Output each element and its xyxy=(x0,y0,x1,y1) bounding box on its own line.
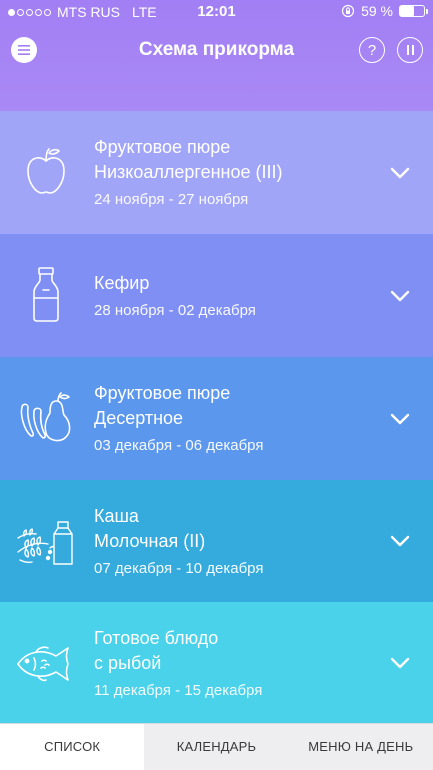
item-subtitle: Низкоаллергенное (III) xyxy=(94,162,283,182)
battery-percent: 59 % xyxy=(361,3,393,19)
item-date-range: 03 декабря - 06 декабря xyxy=(94,437,264,454)
milk-bottle-icon xyxy=(14,262,78,326)
navigation-bar: Схема прикорма ? xyxy=(0,30,433,70)
feeding-stage-item[interactable]: Каша Молочная (II) 07 декабря - 10 декабря xyxy=(0,480,433,602)
header: MTS RUS LTE 12:01 59 % Схема прикорма ? xyxy=(0,0,433,111)
item-date-range: 28 ноября - 02 декабря xyxy=(94,302,256,319)
item-date-range: 11 декабря - 15 декабря xyxy=(94,682,263,699)
banana-pear-icon xyxy=(14,385,78,449)
pause-button[interactable] xyxy=(397,37,423,63)
chevron-down-icon[interactable] xyxy=(389,288,411,304)
fish-icon xyxy=(14,630,78,694)
item-subtitle: Молочная (II) xyxy=(94,531,206,551)
pause-icon xyxy=(405,45,415,55)
item-title: Кефир xyxy=(94,273,150,293)
item-text: Кефир 28 ноября - 02 декабря xyxy=(94,271,383,323)
battery-icon xyxy=(399,5,428,17)
item-text: Готовое блюдо с рыбой 11 декабря - 15 дека… xyxy=(94,626,383,703)
question-mark-icon: ? xyxy=(367,41,377,59)
item-subtitle: с рыбой xyxy=(94,653,162,673)
chevron-down-icon[interactable] xyxy=(389,655,411,671)
apple-icon xyxy=(14,139,78,203)
tab-daily-menu[interactable]: МЕНЮ НА ДЕНЬ xyxy=(289,724,433,770)
item-text: Каша Молочная (II) 07 декабря - 10 декабря xyxy=(94,504,383,581)
feeding-stage-item[interactable]: Кефир 28 ноября - 02 декабря xyxy=(0,234,433,357)
chevron-down-icon[interactable] xyxy=(389,533,411,549)
feeding-stage-item[interactable]: Готовое блюдо с рыбой 11 декабря - 15 дека… xyxy=(0,602,433,723)
rotation-lock-icon xyxy=(341,4,355,18)
status-bar: MTS RUS LTE 12:01 59 % xyxy=(0,0,433,24)
item-title: Готовое блюдо xyxy=(94,628,219,648)
item-subtitle: Десертное xyxy=(94,408,184,428)
feeding-stage-item[interactable]: Фруктовое пюре Десертное 03 декабря - 06 д… xyxy=(0,357,433,480)
tab-list[interactable]: СПИСОК xyxy=(0,724,145,770)
item-date-range: 24 ноября - 27 ноября xyxy=(94,191,249,208)
item-date-range: 07 декабря - 10 декабря xyxy=(94,560,264,577)
tab-bar: СПИСОК КАЛЕНДАРЬ МЕНЮ НА ДЕНЬ xyxy=(0,723,433,770)
item-title: Каша xyxy=(94,506,139,526)
chevron-down-icon[interactable] xyxy=(389,411,411,427)
item-title: Фруктовое пюре xyxy=(94,137,231,157)
help-button[interactable]: ? xyxy=(359,37,385,63)
item-title: Фруктовое пюре xyxy=(94,383,231,403)
item-text: Фруктовое пюре Низкоаллергенное (III) 24 н… xyxy=(94,135,383,212)
item-text: Фруктовое пюре Десертное 03 декабря - 06 д… xyxy=(94,381,383,458)
chevron-down-icon[interactable] xyxy=(389,165,411,181)
feeding-stage-item[interactable]: Фруктовое пюре Низкоаллергенное (III) 24 н… xyxy=(0,111,433,234)
tab-calendar[interactable]: КАЛЕНДАРЬ xyxy=(144,724,288,770)
wheat-milk-icon xyxy=(14,508,78,572)
